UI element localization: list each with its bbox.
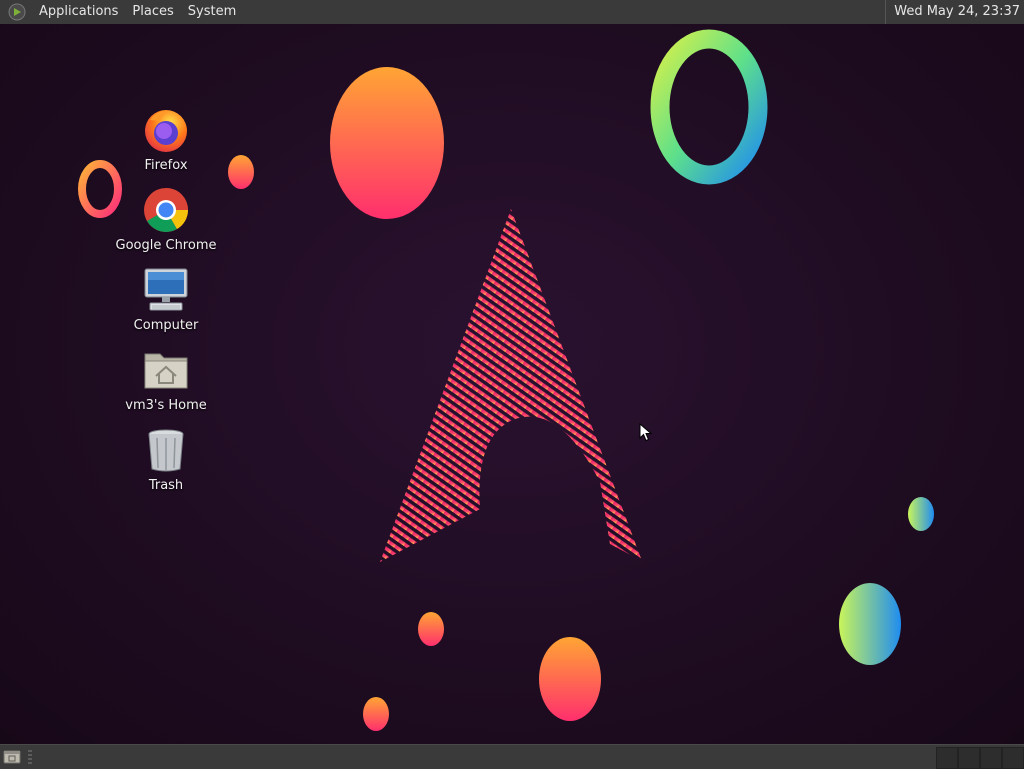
show-desktop-icon[interactable] [2, 748, 22, 766]
chrome-icon [144, 188, 188, 232]
workspace-2[interactable] [958, 747, 980, 769]
desktop-icon-computer[interactable]: Computer [111, 266, 221, 333]
applications-menu[interactable]: Applications [32, 0, 125, 24]
mate-menu-icon[interactable] [8, 3, 26, 21]
desktop-icon-label: vm3's Home [125, 398, 207, 413]
desktop-icon-label: Computer [133, 318, 199, 333]
desktop-icon-label: Google Chrome [115, 238, 217, 253]
firefox-icon [145, 110, 187, 152]
desktop[interactable]: Firefox Google Chrome Computer vm3's Hom… [0, 24, 1024, 744]
clock[interactable]: Wed May 24, 23:37 [885, 0, 1020, 24]
workspace-3[interactable] [980, 747, 1002, 769]
places-menu[interactable]: Places [125, 0, 180, 24]
workspace-1[interactable] [936, 747, 958, 769]
workspace-4[interactable] [1002, 747, 1024, 769]
system-menu[interactable]: System [181, 0, 243, 24]
top-panel: Applications Places System Wed May 24, 2… [0, 0, 1024, 25]
trash-icon [148, 429, 184, 472]
mouse-cursor [639, 423, 653, 442]
desktop-icon-trash[interactable]: Trash [111, 426, 221, 493]
desktop-icon-label: Trash [148, 478, 184, 493]
bottom-panel [0, 744, 1024, 769]
panel-drag-handle[interactable] [28, 750, 32, 764]
desktop-icon-home[interactable]: vm3's Home [111, 346, 221, 413]
desktop-icon-firefox[interactable]: Firefox [111, 106, 221, 173]
desktop-icon-label: Firefox [144, 158, 188, 173]
computer-icon [144, 268, 188, 311]
desktop-icon-chrome[interactable]: Google Chrome [111, 186, 221, 253]
home-folder-icon [144, 353, 188, 389]
